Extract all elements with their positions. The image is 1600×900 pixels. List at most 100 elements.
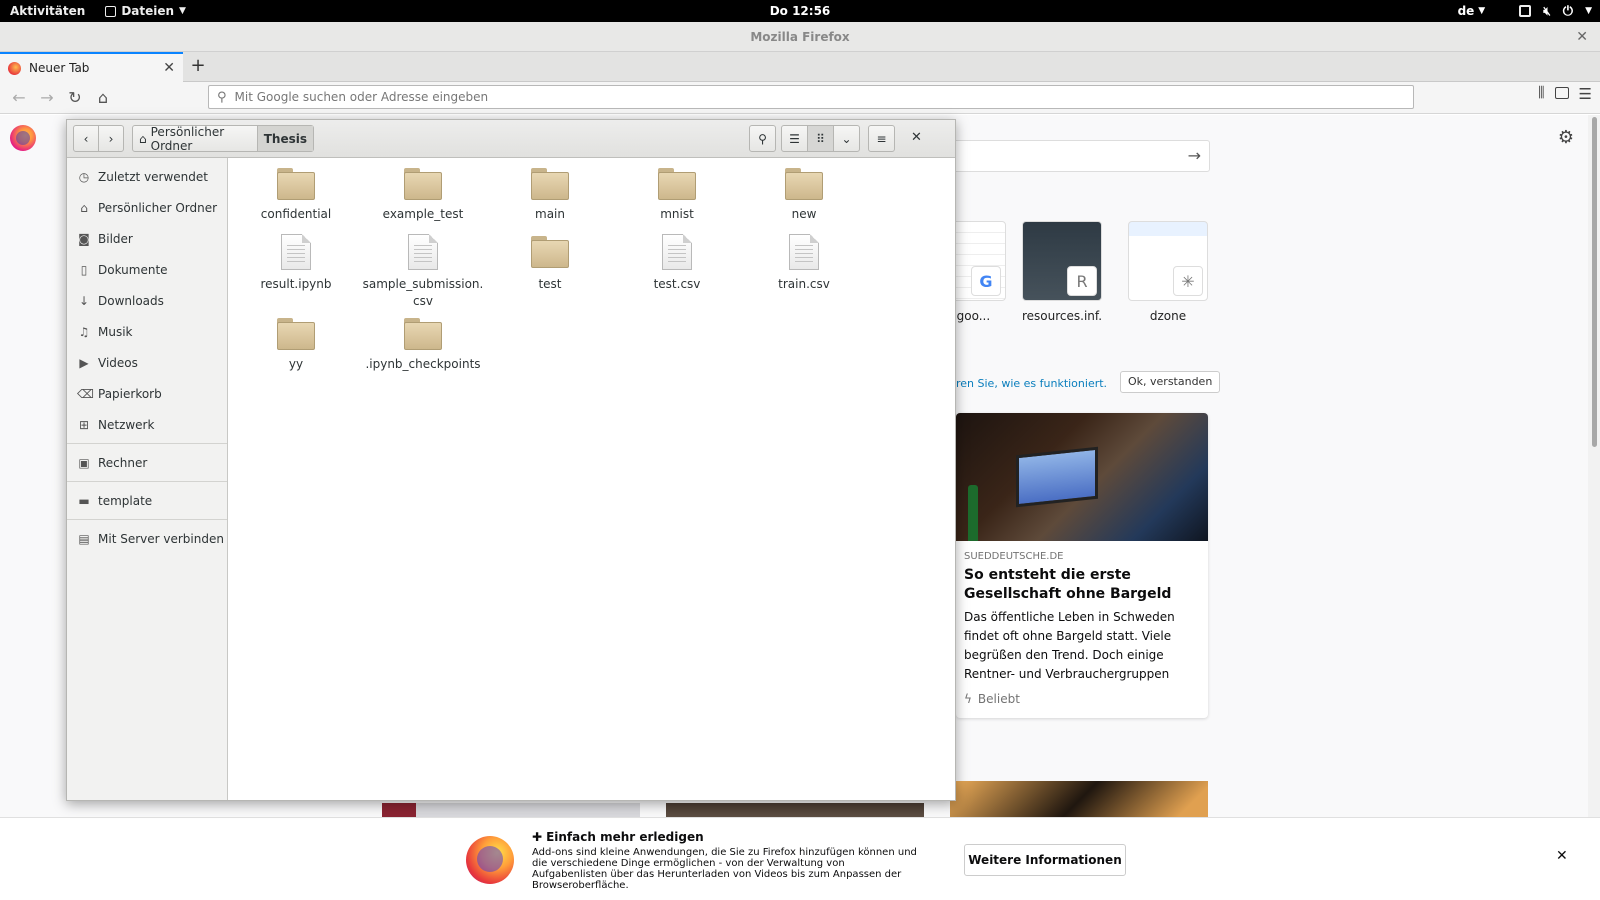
file-name: test.csv [653,277,701,291]
scrollbar-thumb[interactable] [1592,117,1597,447]
folder-item[interactable]: confidential [233,168,359,223]
back-button[interactable]: ← [6,85,32,111]
sidebar-item-recent[interactable]: ◷ Zuletzt verwendet [67,161,227,192]
file-name: mnist [660,207,694,221]
sidebar-item-label: Papierkorb [98,386,162,401]
folder-icon [277,168,315,200]
story-description: Das öffentliche Leben in Schweden findet… [964,610,1175,681]
chevron-left-icon: ‹ [83,131,89,146]
sidebar-item-videos[interactable]: ▶ Videos [67,347,227,378]
folder-item[interactable]: new [741,168,867,223]
gear-icon[interactable]: ⚙ [1558,127,1574,148]
sidebar-item-home[interactable]: ⌂ Persönlicher Ordner [67,192,227,223]
camera-icon: ◙ [78,231,90,246]
navigation-toolbar: ← → ↻ ⌂ ⚲ ⫼ ☰ [0,82,1600,114]
list-view-button[interactable]: ☰ [781,125,808,152]
keyboard-layout-indicator[interactable]: de ▼ [1458,4,1486,18]
sidebar-item-documents[interactable]: ▯ Dokumente [67,254,227,285]
newtab-search-box[interactable]: → [940,140,1210,172]
story-card[interactable]: SUEDDEUTSCHE.DE So entsteht die erste Ge… [956,413,1208,718]
folder-item[interactable]: main [487,168,613,223]
learn-how-link[interactable]: ren Sie, wie es funktioniert. [956,377,1107,390]
new-tab-button[interactable]: + [183,52,213,82]
grid-view-button[interactable]: ⠿ [807,125,834,152]
activities-button[interactable]: Aktivitäten [0,4,95,18]
notification-title: ✚ Einfach mehr erledigen [532,830,704,844]
power-icon[interactable]: ⏻ [1563,4,1573,19]
close-notification-icon[interactable]: ✕ [1556,848,1568,864]
close-tab-icon[interactable]: ✕ [163,60,175,76]
tile-thumbnail: R [1022,221,1102,301]
sidebar-item-downloads[interactable]: ↓ Downloads [67,285,227,316]
view-options-button[interactable]: ⌄ [833,125,860,152]
lightning-icon: ϟ [964,692,972,706]
close-window-icon[interactable]: ✕ [1576,22,1588,52]
chevron-down-icon[interactable]: ▼ [1585,6,1592,16]
document-file-icon [408,234,438,270]
folder-item[interactable]: mnist [614,168,740,223]
folder-item[interactable]: test [487,234,613,293]
forward-button[interactable]: → [34,85,60,111]
search-icon: ⚲ [217,89,227,105]
hamburger-menu-icon[interactable]: ☰ [1579,85,1592,103]
sidebar-icon[interactable] [1554,87,1569,99]
document-file-icon [281,234,311,270]
story-meta: ϟ Beliebt [964,692,1200,706]
arrow-left-icon: ← [12,88,26,107]
sidebar-item-template[interactable]: ▬ template [67,485,227,516]
sidebar-item-computer[interactable]: ▣ Rechner [67,447,227,478]
file-grid: confidential example_test main mnist new… [229,158,955,800]
url-bar[interactable]: ⚲ [208,85,1414,109]
tab-new-tab[interactable]: Neuer Tab ✕ [0,52,183,82]
file-name: confidential [260,207,332,221]
sidebar-item-label: Dokumente [98,262,168,277]
ok-understood-button[interactable]: Ok, verstanden [1120,371,1221,393]
document-file-icon [662,234,692,270]
file-item[interactable]: test.csv [614,234,740,293]
story-source: SUEDDEUTSCHE.DE [964,551,1064,562]
volume-muted-icon[interactable]: 🔇︎ [1543,4,1551,19]
top-site-tile[interactable]: R resources.inf... [1022,221,1102,323]
folder-icon [531,168,569,200]
file-item[interactable]: sample_submission. csv [360,234,486,310]
breadcrumb-home[interactable]: ⌂ Persönlicher Ordner [133,125,257,153]
chevron-down-icon: ▼ [179,6,186,16]
tile-label: resources.inf... [1022,309,1102,323]
folder-item[interactable]: example_test [360,168,486,223]
forward-button[interactable]: › [98,125,124,152]
search-button[interactable]: ⚲ [749,125,776,152]
reload-button[interactable]: ↻ [62,85,88,111]
sidebar-item-music[interactable]: ♫ Musik [67,316,227,347]
sidebar-item-trash[interactable]: ⌫ Papierkorb [67,378,227,409]
back-button[interactable]: ‹ [73,125,99,152]
clock[interactable]: Do 12:56 [770,4,831,18]
sidebar-item-label: Videos [98,355,138,370]
sidebar-item-pictures[interactable]: ◙ Bilder [67,223,227,254]
file-item[interactable]: result.ipynb [233,234,359,293]
page-scrollbar[interactable] [1588,115,1600,900]
activities-label: Aktivitäten [10,4,86,18]
more-info-button[interactable]: Weitere Informationen [964,844,1126,876]
home-button[interactable]: ⌂ [90,85,116,111]
sidebar-item-connect-server[interactable]: ▤ Mit Server verbinden [67,523,227,554]
breadcrumb-current[interactable]: Thesis [256,126,313,151]
folder-icon [404,318,442,350]
top-site-tile[interactable]: ✳ dzone [1128,221,1208,323]
places-sidebar: ◷ Zuletzt verwendet ⌂ Persönlicher Ordner … [67,158,228,800]
url-input[interactable] [234,90,1335,104]
app-menu-label: Dateien [121,4,175,18]
app-menu-button[interactable]: Dateien ▼ [95,4,196,18]
story-title: So entsteht die erste Gesellschaft ohne … [964,567,1172,602]
reload-icon: ↻ [68,88,82,107]
file-item[interactable]: train.csv [741,234,867,293]
menu-button[interactable]: ≡ [868,125,895,152]
window-icon[interactable] [1519,5,1532,17]
library-icon[interactable]: ⫼ [1538,85,1544,103]
arrow-right-icon[interactable]: → [1188,146,1201,165]
close-window-icon[interactable]: ✕ [911,130,922,145]
sidebar-divider [67,481,227,482]
sidebar-item-network[interactable]: ⊞ Netzwerk [67,409,227,440]
folder-item[interactable]: yy [233,318,359,373]
folder-item[interactable]: .ipynb_checkpoints [360,318,486,373]
file-manager-window: ‹ › ⌂ Persönlicher Ordner Thesis ⚲ ☰ ⠿ ⌄… [66,119,956,801]
